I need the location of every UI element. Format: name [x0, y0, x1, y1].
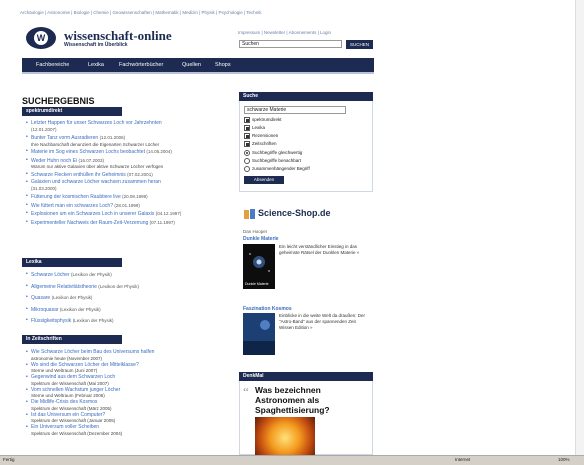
list-item[interactable]: Wie Schwarze Löcher beim Bau des Univers…	[26, 349, 236, 361]
list-item[interactable]: Wo sind die Schwarzen Löcher der Mittelk…	[26, 362, 236, 374]
option-benachbart[interactable]: Suchbegriffe benachbart	[244, 158, 301, 164]
radio-icon	[244, 150, 250, 156]
list-item[interactable]: Quasare (Lexikon der Physik)	[26, 295, 236, 302]
nav-item-quellen[interactable]: Quellen	[182, 62, 201, 68]
checkbox-icon	[244, 141, 250, 147]
list-item[interactable]: Flüssigkeitsphysik (Lexikon der Physik)	[26, 318, 236, 325]
checkbox-icon	[244, 125, 250, 131]
nav-item-fachbereiche[interactable]: Fachbereiche	[36, 62, 69, 68]
radio-icon	[244, 166, 250, 172]
nav-item-lexika[interactable]: Lexika	[88, 62, 104, 68]
section-header-zeitschriften: In Zeitschriften	[22, 335, 122, 344]
search-panel-title: Suche	[239, 92, 373, 101]
list-item[interactable]: Vom schnellen Wachstum junger LöcherSter…	[26, 387, 236, 399]
cosmos-image	[243, 320, 275, 355]
list-item[interactable]: Fütterung der kosmischen Raubtiere live …	[26, 194, 236, 201]
nav-item-shops[interactable]: Shops	[215, 62, 231, 68]
book2-description: Einblicke in die weite Welt da draußen: …	[279, 313, 365, 330]
filter-zeitschriften[interactable]: Zeitschriften	[244, 141, 277, 147]
denkmal-image[interactable]	[255, 417, 315, 455]
utility-links[interactable]: Impressum | Newsletter | Abonnements | L…	[238, 30, 331, 35]
list-item[interactable]: Gegenwind aus dem Schwarzen LochSpektrum…	[26, 374, 236, 386]
advanced-search-input[interactable]: schwarze Materie	[244, 106, 346, 114]
list-item[interactable]: Experimenteller Nachweis der Raum-Zeit-V…	[26, 220, 236, 227]
list-item[interactable]: Bunter Tanz vorm Ausradieren (12.01.2006…	[26, 135, 236, 147]
book-icon	[244, 209, 255, 219]
search-button[interactable]: SUCHEN	[346, 40, 373, 49]
top-category-links[interactable]: Archäologie | Astronomie | Biologie | Ch…	[20, 10, 380, 18]
list-item[interactable]: Ein Universum voller ScheibenSpektrum de…	[26, 424, 236, 436]
main-nav: Fachbereiche Lexika Fachwörterbücher Que…	[22, 58, 374, 74]
search-input[interactable]: Suchen	[239, 40, 342, 48]
checkbox-icon	[244, 117, 250, 123]
list-item[interactable]: Galaxien und schwarze Löcher wachsen zus…	[26, 179, 236, 192]
denkmal-title: DenkMal	[239, 372, 373, 381]
list-item[interactable]: Wie füttert man ein schwarzes Loch? (28.…	[26, 203, 236, 210]
zeitschriften-list: Wie Schwarze Löcher beim Bau des Univers…	[26, 349, 236, 436]
book1-cover[interactable]: Dunkle Materie	[243, 244, 275, 289]
logo-subtitle: Wissenschaft im Überblick	[64, 42, 128, 48]
site-logo[interactable]: W wissenschaft-online Wissenschaft im Üb…	[22, 22, 202, 52]
list-item[interactable]: Ist das Universum ein Computer?Spektrum …	[26, 412, 236, 424]
list-item[interactable]: Letzter Happen für unser Schwarzes Loch …	[26, 120, 236, 133]
lexika-list: Schwarze Löcher (Lexikon der Physik) All…	[26, 272, 236, 325]
filter-lexika[interactable]: Lexika	[244, 125, 265, 131]
page-title: SUCHERGEBNIS	[22, 96, 95, 106]
section-header-spektrumdirekt: spektrumdirekt	[22, 107, 122, 116]
filter-spektrumdirekt[interactable]: spektrumdirekt	[244, 117, 282, 123]
spektrumdirekt-list: Letzter Happen für unser Schwarzes Loch …	[26, 120, 236, 227]
section-header-lexika: Lexika	[22, 258, 122, 267]
list-item[interactable]: Explosionen um ein Schwarzes Loch in uns…	[26, 211, 236, 218]
book2-title[interactable]: Faszination Kosmos	[243, 306, 292, 312]
list-item[interactable]: Weder Huhn noch Ei (16.07.2003)Warum nur…	[26, 158, 236, 170]
list-item[interactable]: Schwarze Flecken enthüllen ihr Geheimnis…	[26, 172, 236, 179]
science-shop-logo[interactable]: Science-Shop.de	[243, 208, 333, 220]
zoom-level[interactable]: 100%	[558, 457, 570, 462]
book1-author: Dan Hooper	[243, 229, 268, 234]
book1-title[interactable]: Dunkle Materie	[243, 236, 279, 242]
filter-rezensionen[interactable]: Rezensionen	[244, 133, 278, 139]
list-item[interactable]: Die Midlife-Crisis des KosmosSpektrum de…	[26, 399, 236, 411]
logo-emblem: W	[26, 27, 56, 49]
quote-icon: “	[243, 384, 249, 399]
list-item[interactable]: Mikroquasar (Lexikon der Physik)	[26, 307, 236, 314]
book1-description: Ein leicht verständlicher Einstieg in da…	[279, 244, 360, 255]
list-item[interactable]: Schwarze Löcher (Lexikon der Physik)	[26, 272, 236, 279]
book2-cover[interactable]	[243, 313, 275, 355]
submit-button[interactable]: Absenden	[244, 176, 284, 184]
option-gleichwertig[interactable]: Suchbegriffe gleichwertig	[244, 150, 302, 156]
radio-icon	[244, 158, 250, 164]
checkbox-icon	[244, 133, 250, 139]
list-item[interactable]: Materie im Sog eines Schwarzen Lochs beo…	[26, 149, 236, 156]
status-text: Fertig	[3, 457, 15, 462]
denkmal-question[interactable]: Was bezeichnen Astronomen als Spaghettis…	[255, 385, 370, 415]
list-item[interactable]: Allgemeine Relativitätstheorie (Lexikon …	[26, 284, 236, 291]
option-zusammenhaengend[interactable]: zusammenhängender Begriff	[244, 166, 310, 172]
internet-zone-label: Internet	[455, 457, 471, 462]
nav-item-fachwoerterbuecher[interactable]: Fachwörterbücher	[119, 62, 163, 68]
browser-scrollbar[interactable]	[575, 0, 584, 455]
